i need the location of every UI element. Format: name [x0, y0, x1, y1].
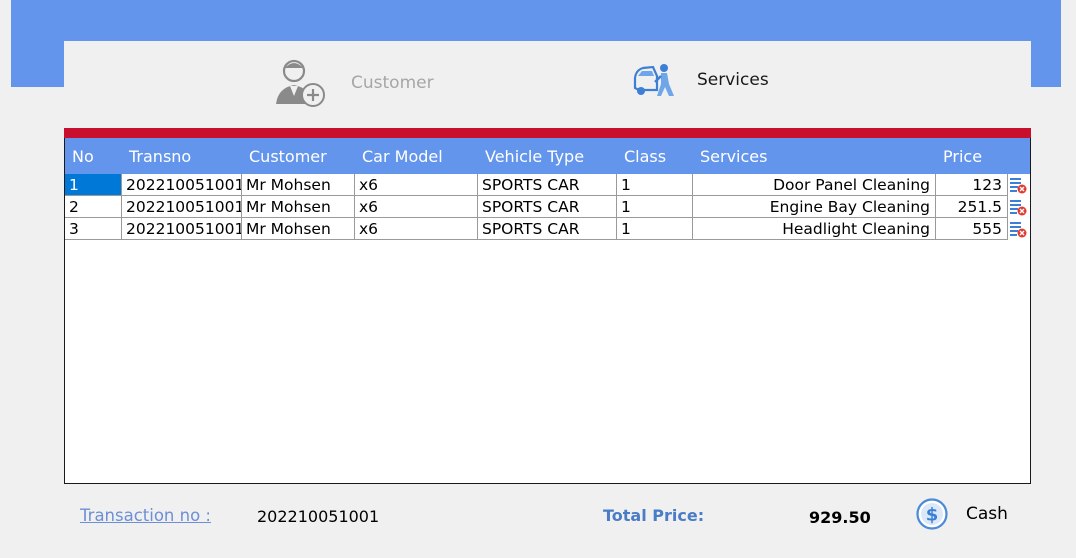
cell-vehicle-type[interactable]: SPORTS CAR: [478, 174, 617, 196]
cell-services[interactable]: Headlight Cleaning: [693, 218, 936, 240]
dollar-coin-icon: $: [916, 498, 948, 530]
cell-customer[interactable]: Mr Mohsen: [242, 174, 355, 196]
services-nav-button[interactable]: Services: [633, 62, 769, 98]
cell-customer[interactable]: Mr Mohsen: [242, 218, 355, 240]
svg-text:$: $: [926, 505, 939, 526]
column-header-class[interactable]: Class: [624, 138, 666, 174]
cell-customer[interactable]: Mr Mohsen: [242, 196, 355, 218]
cell-price[interactable]: 555: [936, 218, 1008, 240]
cell-transno[interactable]: 202210051001: [122, 218, 242, 240]
cell-no[interactable]: 2: [65, 196, 122, 218]
cell-services[interactable]: Door Panel Cleaning: [693, 174, 936, 196]
total-price-label: Total Price:: [603, 506, 705, 525]
cell-price[interactable]: 251.5: [936, 196, 1008, 218]
transactions-grid[interactable]: No Transno Customer Car Model Vehicle Ty…: [64, 138, 1031, 484]
cell-no[interactable]: 3: [65, 218, 122, 240]
transaction-number: 202210051001: [257, 507, 380, 526]
add-customer-icon: [276, 59, 325, 107]
column-header-no[interactable]: No: [72, 138, 94, 174]
cash-button[interactable]: $ Cash: [916, 498, 1008, 530]
cell-transno[interactable]: 202210051001: [122, 196, 242, 218]
cell-no[interactable]: 1: [65, 174, 122, 196]
table-row[interactable]: 2 202210051001 Mr Mohsen x6 SPORTS CAR 1…: [65, 196, 1030, 218]
delete-row-icon[interactable]: [1009, 198, 1027, 216]
bottom-edge: [0, 552, 1076, 558]
cell-price[interactable]: 123: [936, 174, 1008, 196]
cash-label: Cash: [966, 504, 1008, 524]
cell-car-model[interactable]: x6: [355, 196, 478, 218]
table-row[interactable]: 3 202210051001 Mr Mohsen x6 SPORTS CAR 1…: [65, 218, 1030, 240]
cell-services[interactable]: Engine Bay Cleaning: [693, 196, 936, 218]
cell-class[interactable]: 1: [617, 218, 693, 240]
column-header-vehicle-type[interactable]: Vehicle Type: [485, 138, 584, 174]
grid-header: No Transno Customer Car Model Vehicle Ty…: [65, 138, 1030, 174]
column-header-price[interactable]: Price: [943, 138, 982, 174]
services-nav-label: Services: [697, 70, 769, 90]
customer-nav-button[interactable]: Customer: [274, 58, 434, 108]
cell-car-model[interactable]: x6: [355, 174, 478, 196]
cell-transno[interactable]: 202210051001: [122, 174, 242, 196]
delete-row-icon[interactable]: [1009, 176, 1027, 194]
total-price-value: 929.50: [809, 508, 871, 527]
delete-row-icon[interactable]: [1009, 220, 1027, 238]
column-header-customer[interactable]: Customer: [249, 138, 327, 174]
table-row[interactable]: 1 202210051001 Mr Mohsen x6 SPORTS CAR 1…: [65, 174, 1030, 196]
column-header-transno[interactable]: Transno: [129, 138, 191, 174]
cell-class[interactable]: 1: [617, 196, 693, 218]
column-header-services[interactable]: Services: [700, 138, 767, 174]
cell-vehicle-type[interactable]: SPORTS CAR: [478, 196, 617, 218]
column-header-car-model[interactable]: Car Model: [362, 138, 443, 174]
cell-vehicle-type[interactable]: SPORTS CAR: [478, 218, 617, 240]
customer-nav-label: Customer: [351, 73, 434, 93]
car-service-icon: [633, 64, 674, 96]
transaction-no-link[interactable]: Transaction no :: [80, 506, 211, 525]
cell-car-model[interactable]: x6: [355, 218, 478, 240]
cell-class[interactable]: 1: [617, 174, 693, 196]
table-header-strip: [64, 128, 1031, 138]
